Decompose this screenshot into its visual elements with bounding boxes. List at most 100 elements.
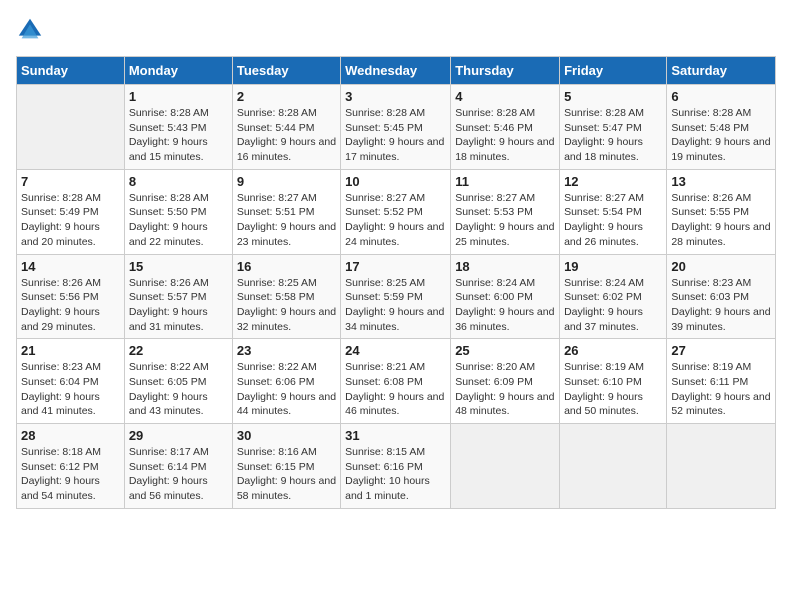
day-info: Sunrise: 8:18 AMSunset: 6:12 PMDaylight:… [21,445,120,504]
day-number: 2 [237,89,336,104]
day-number: 16 [237,259,336,274]
calendar-cell: 23Sunrise: 8:22 AMSunset: 6:06 PMDayligh… [232,339,340,424]
day-info: Sunrise: 8:25 AMSunset: 5:59 PMDaylight:… [345,276,446,335]
day-info: Sunrise: 8:28 AMSunset: 5:48 PMDaylight:… [671,106,771,165]
page-header [16,16,776,44]
calendar-cell: 25 Sunrise: 8:20 AMSunset: 6:09 PMDayligh… [451,339,560,424]
day-info: Sunrise: 8:20 AMSunset: 6:09 PMDaylight:… [455,360,555,419]
day-number: 26 [564,343,662,358]
day-number: 25 [455,343,555,358]
day-number: 1 [129,89,228,104]
calendar-week-row: 28 Sunrise: 8:18 AMSunset: 6:12 PMDayligh… [17,424,776,509]
calendar-cell: 24Sunrise: 8:21 AMSunset: 6:08 PMDayligh… [341,339,451,424]
calendar-cell: 15 Sunrise: 8:26 AMSunset: 5:57 PMDayligh… [124,254,232,339]
day-info: Sunrise: 8:26 AMSunset: 5:56 PMDaylight:… [21,276,120,335]
weekday-header: Monday [124,57,232,85]
calendar-cell: 19 Sunrise: 8:24 AMSunset: 6:02 PMDayligh… [560,254,667,339]
calendar-cell: 28 Sunrise: 8:18 AMSunset: 6:12 PMDayligh… [17,424,125,509]
day-number: 10 [345,174,446,189]
calendar-week-row: 14 Sunrise: 8:26 AMSunset: 5:56 PMDayligh… [17,254,776,339]
day-number: 18 [455,259,555,274]
calendar-week-row: 1 Sunrise: 8:28 AMSunset: 5:43 PMDaylight… [17,85,776,170]
day-number: 8 [129,174,228,189]
day-number: 12 [564,174,662,189]
day-number: 3 [345,89,446,104]
day-number: 20 [671,259,771,274]
calendar-cell: 8Sunrise: 8:28 AMSunset: 5:50 PMDaylight… [124,169,232,254]
day-number: 9 [237,174,336,189]
calendar-cell: 13Sunrise: 8:26 AMSunset: 5:55 PMDayligh… [667,169,776,254]
day-number: 19 [564,259,662,274]
weekday-header: Sunday [17,57,125,85]
weekday-header-row: SundayMondayTuesdayWednesdayThursdayFrid… [17,57,776,85]
day-info: Sunrise: 8:24 AMSunset: 6:02 PMDaylight:… [564,276,662,335]
day-info: Sunrise: 8:24 AMSunset: 6:00 PMDaylight:… [455,276,555,335]
day-info: Sunrise: 8:28 AMSunset: 5:43 PMDaylight:… [129,106,228,165]
calendar-cell: 31 Sunrise: 8:15 AMSunset: 6:16 PMDayligh… [341,424,451,509]
day-info: Sunrise: 8:28 AMSunset: 5:47 PMDaylight:… [564,106,662,165]
day-info: Sunrise: 8:22 AMSunset: 6:05 PMDaylight:… [129,360,228,419]
calendar-cell: 26Sunrise: 8:19 AMSunset: 6:10 PMDayligh… [560,339,667,424]
calendar-cell: 30Sunrise: 8:16 AMSunset: 6:15 PMDayligh… [232,424,340,509]
day-number: 28 [21,428,120,443]
weekday-header: Wednesday [341,57,451,85]
calendar-cell: 16Sunrise: 8:25 AMSunset: 5:58 PMDayligh… [232,254,340,339]
calendar-cell: 11 Sunrise: 8:27 AMSunset: 5:53 PMDayligh… [451,169,560,254]
calendar-cell [560,424,667,509]
calendar-cell: 18 Sunrise: 8:24 AMSunset: 6:00 PMDayligh… [451,254,560,339]
day-info: Sunrise: 8:23 AMSunset: 6:03 PMDaylight:… [671,276,771,335]
calendar-cell: 17 Sunrise: 8:25 AMSunset: 5:59 PMDayligh… [341,254,451,339]
calendar-cell [17,85,125,170]
day-number: 17 [345,259,446,274]
calendar-cell: 12Sunrise: 8:27 AMSunset: 5:54 PMDayligh… [560,169,667,254]
calendar-cell: 6 Sunrise: 8:28 AMSunset: 5:48 PMDaylight… [667,85,776,170]
day-number: 7 [21,174,120,189]
day-info: Sunrise: 8:28 AMSunset: 5:49 PMDaylight:… [21,191,120,250]
day-number: 4 [455,89,555,104]
day-info: Sunrise: 8:19 AMSunset: 6:11 PMDaylight:… [671,360,771,419]
weekday-header: Friday [560,57,667,85]
calendar-cell: 2 Sunrise: 8:28 AMSunset: 5:44 PMDaylight… [232,85,340,170]
day-number: 15 [129,259,228,274]
day-info: Sunrise: 8:27 AMSunset: 5:51 PMDaylight:… [237,191,336,250]
day-number: 30 [237,428,336,443]
logo-icon [16,16,44,44]
day-number: 21 [21,343,120,358]
day-info: Sunrise: 8:17 AMSunset: 6:14 PMDaylight:… [129,445,228,504]
calendar-cell: 14 Sunrise: 8:26 AMSunset: 5:56 PMDayligh… [17,254,125,339]
day-info: Sunrise: 8:28 AMSunset: 5:44 PMDaylight:… [237,106,336,165]
day-number: 11 [455,174,555,189]
calendar-week-row: 21 Sunrise: 8:23 AMSunset: 6:04 PMDayligh… [17,339,776,424]
day-info: Sunrise: 8:21 AMSunset: 6:08 PMDaylight:… [345,360,446,419]
calendar-cell: 7 Sunrise: 8:28 AMSunset: 5:49 PMDaylight… [17,169,125,254]
logo [16,16,48,44]
weekday-header: Saturday [667,57,776,85]
calendar-cell [451,424,560,509]
calendar-cell: 9 Sunrise: 8:27 AMSunset: 5:51 PMDaylight… [232,169,340,254]
day-number: 14 [21,259,120,274]
day-info: Sunrise: 8:26 AMSunset: 5:57 PMDaylight:… [129,276,228,335]
calendar-cell: 1 Sunrise: 8:28 AMSunset: 5:43 PMDaylight… [124,85,232,170]
calendar-cell: 22 Sunrise: 8:22 AMSunset: 6:05 PMDayligh… [124,339,232,424]
day-info: Sunrise: 8:27 AMSunset: 5:53 PMDaylight:… [455,191,555,250]
calendar-cell [667,424,776,509]
calendar-cell: 10Sunrise: 8:27 AMSunset: 5:52 PMDayligh… [341,169,451,254]
day-number: 31 [345,428,446,443]
day-number: 29 [129,428,228,443]
calendar-week-row: 7 Sunrise: 8:28 AMSunset: 5:49 PMDaylight… [17,169,776,254]
day-number: 6 [671,89,771,104]
calendar-cell: 20 Sunrise: 8:23 AMSunset: 6:03 PMDayligh… [667,254,776,339]
day-info: Sunrise: 8:26 AMSunset: 5:55 PMDaylight:… [671,191,771,250]
day-number: 5 [564,89,662,104]
day-info: Sunrise: 8:15 AMSunset: 6:16 PMDaylight:… [345,445,446,504]
calendar-cell: 4 Sunrise: 8:28 AMSunset: 5:46 PMDaylight… [451,85,560,170]
day-number: 23 [237,343,336,358]
calendar-cell: 3Sunrise: 8:28 AMSunset: 5:45 PMDaylight… [341,85,451,170]
calendar-cell: 21 Sunrise: 8:23 AMSunset: 6:04 PMDayligh… [17,339,125,424]
calendar-cell: 29 Sunrise: 8:17 AMSunset: 6:14 PMDayligh… [124,424,232,509]
weekday-header: Thursday [451,57,560,85]
day-info: Sunrise: 8:28 AMSunset: 5:46 PMDaylight:… [455,106,555,165]
day-number: 22 [129,343,228,358]
calendar-cell: 27Sunrise: 8:19 AMSunset: 6:11 PMDayligh… [667,339,776,424]
day-info: Sunrise: 8:23 AMSunset: 6:04 PMDaylight:… [21,360,120,419]
